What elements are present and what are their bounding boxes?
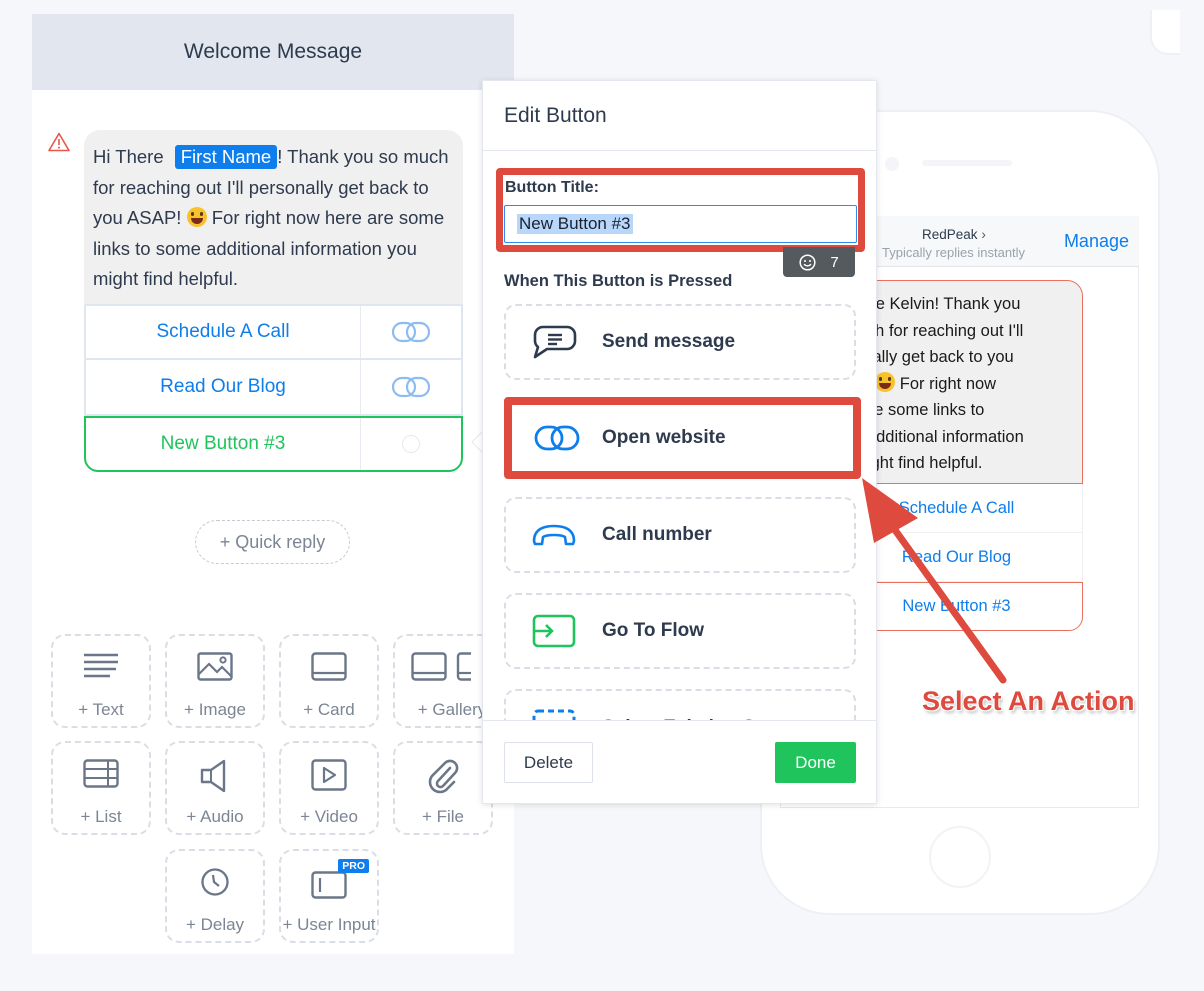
add-quick-reply-button[interactable]: + Quick reply xyxy=(195,520,350,564)
edit-button-modal: Edit Button Button Title: New Button #3 … xyxy=(482,80,877,804)
add-image-tile[interactable]: + Image xyxy=(165,634,265,728)
preview-line: you might find helpful. xyxy=(830,454,983,472)
warning-icon[interactable] xyxy=(48,132,70,152)
button-label: New Button #3 xyxy=(86,418,361,470)
preview-line: here are some links to xyxy=(830,401,985,419)
image-icon xyxy=(197,652,233,681)
preview-line: some additional information xyxy=(830,427,1024,446)
phone-home-button xyxy=(929,826,991,888)
button-title-label: Button Title: xyxy=(505,179,599,196)
adjacent-phone-frame xyxy=(1150,10,1180,55)
tile-label: + Delay xyxy=(185,915,245,934)
preview-line: so much for reaching out I'll xyxy=(830,321,1024,340)
tile-label: + List xyxy=(80,807,122,826)
gallery-icon xyxy=(411,652,471,681)
link-icon xyxy=(361,360,461,414)
emoji-picker-icon[interactable] xyxy=(799,253,816,271)
no-action-circle-icon xyxy=(402,435,420,453)
button-label: Read Our Blog xyxy=(86,360,361,414)
preview-line: ASAP! For right now xyxy=(831,371,1072,398)
page-name[interactable]: RedPeak › xyxy=(922,227,986,242)
action-call-number[interactable]: Call number xyxy=(504,497,856,573)
message-buttons-list: Schedule A Call Read Our Blog New Button… xyxy=(84,304,463,472)
message-text-start: Hi There xyxy=(93,146,164,167)
char-count-value: 7 xyxy=(830,253,839,271)
clock-icon xyxy=(201,868,229,896)
action-open-website[interactable]: Open website xyxy=(504,397,861,479)
chevron-right-icon: › xyxy=(981,227,986,242)
message-button-schedule-a-call[interactable]: Schedule A Call xyxy=(84,304,463,360)
manage-link[interactable]: Manage xyxy=(1064,231,1129,252)
char-counter: 7 xyxy=(783,247,855,277)
button-title-value: New Button #3 xyxy=(517,214,633,234)
add-audio-tile[interactable]: + Audio xyxy=(165,741,265,835)
done-button[interactable]: Done xyxy=(775,742,856,783)
button-title-highlight-box: Button Title: New Button #3 xyxy=(496,168,865,252)
modal-title: Edit Button xyxy=(483,81,876,151)
action-label: Go To Flow xyxy=(602,620,705,641)
phone-icon xyxy=(532,524,576,546)
tile-label: + Video xyxy=(300,807,358,826)
grinning-emoji-icon xyxy=(186,207,207,227)
action-label: Open website xyxy=(602,427,726,448)
tile-label: + User Input xyxy=(282,915,376,934)
modal-footer: Delete Done xyxy=(483,720,876,803)
action-label: Call number xyxy=(602,524,712,545)
tile-label: + Audio xyxy=(186,807,244,826)
pro-badge: PRO xyxy=(338,859,369,873)
button-action-section-label: When This Button is Pressed xyxy=(504,272,733,290)
audio-icon xyxy=(200,759,226,793)
add-text-tile[interactable]: + Text xyxy=(51,634,151,728)
paperclip-icon xyxy=(428,759,459,794)
add-card-tile[interactable]: + Card xyxy=(279,634,379,728)
message-button-new-button-3[interactable]: New Button #3 xyxy=(84,416,463,472)
annotation-label: Select An Action xyxy=(922,686,1135,716)
preview-line: Hi There Kelvin! Thank you xyxy=(830,295,1021,313)
add-list-tile[interactable]: + List xyxy=(51,741,151,835)
text-icon xyxy=(84,653,118,678)
message-text-bubble[interactable]: Hi There First Name! Thank you so much f… xyxy=(84,130,463,305)
list-icon xyxy=(83,759,119,788)
action-label: Send message xyxy=(602,331,736,352)
add-user-input-tile[interactable]: PRO + User Input xyxy=(279,849,379,943)
action-go-to-flow[interactable]: Go To Flow xyxy=(504,593,856,669)
message-editor-panel: Welcome Message Hi There First Name! Tha… xyxy=(32,14,514,954)
link-icon xyxy=(361,306,461,358)
chat-bubble-icon xyxy=(533,325,577,359)
delete-button[interactable]: Delete xyxy=(504,742,593,783)
tile-label: + File xyxy=(421,807,465,826)
first-name-variable-chip[interactable]: First Name xyxy=(174,145,278,169)
video-icon xyxy=(311,759,347,791)
phone-speaker xyxy=(922,160,1012,166)
phone-camera xyxy=(885,157,899,171)
button-title-input[interactable]: New Button #3 xyxy=(504,205,857,243)
tile-label: + Image xyxy=(184,700,246,719)
preview-line: personally get back to you xyxy=(830,348,1014,366)
reply-time-subtitle: Typically replies instantly xyxy=(882,245,1026,260)
message-button-read-our-blog[interactable]: Read Our Blog xyxy=(84,360,463,416)
tile-label: + Gallery xyxy=(417,700,487,719)
add-delay-tile[interactable]: + Delay xyxy=(165,849,265,943)
tile-label: + Card xyxy=(303,700,355,719)
card-icon xyxy=(311,652,347,681)
add-file-tile[interactable]: + File xyxy=(393,741,493,835)
add-video-tile[interactable]: + Video xyxy=(279,741,379,835)
link-icon xyxy=(534,425,580,451)
user-input-icon xyxy=(311,871,347,899)
editor-title: Welcome Message xyxy=(32,14,514,90)
go-to-flow-icon xyxy=(532,614,576,648)
action-send-message[interactable]: Send message xyxy=(504,304,856,380)
tile-label: + Text xyxy=(78,700,124,719)
grinning-emoji-icon xyxy=(875,371,896,392)
button-label: Schedule A Call xyxy=(86,306,361,358)
